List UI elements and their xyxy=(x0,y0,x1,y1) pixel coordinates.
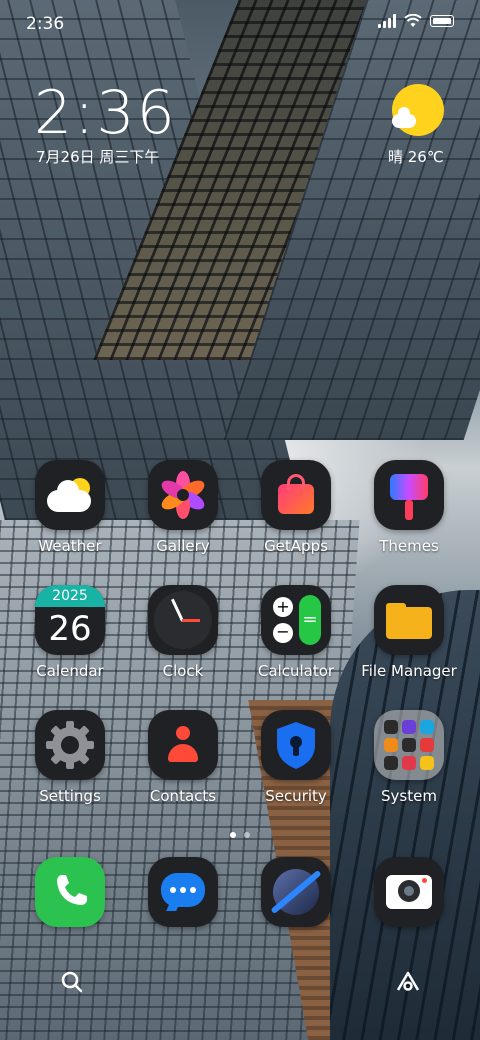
status-time: 2:36 xyxy=(26,14,65,34)
folder-system[interactable]: System xyxy=(354,710,464,805)
system-folder-icon xyxy=(374,710,444,780)
app-label: Calculator xyxy=(257,662,335,680)
app-label: Security xyxy=(265,787,327,805)
dock-browser[interactable] xyxy=(241,857,351,927)
app-label: Contacts xyxy=(149,787,217,805)
app-label: GetApps xyxy=(264,537,328,555)
app-settings[interactable]: Settings xyxy=(15,710,125,805)
app-calendar[interactable]: 2025 26 Calendar xyxy=(15,585,125,680)
calendar-icon: 2025 26 xyxy=(35,585,105,655)
security-icon xyxy=(261,710,331,780)
app-contacts[interactable]: Contacts xyxy=(128,710,238,805)
getapps-icon xyxy=(261,460,331,530)
themes-icon xyxy=(374,460,444,530)
app-label: Settings xyxy=(39,787,101,805)
app-weather[interactable]: Weather xyxy=(15,460,125,555)
weather-widget-text[interactable]: 晴 26℃ xyxy=(388,146,444,167)
app-label: Gallery xyxy=(156,537,210,555)
wifi-icon xyxy=(404,14,422,27)
app-label: Clock xyxy=(162,662,204,680)
messages-icon xyxy=(148,857,218,927)
phone-icon xyxy=(35,857,105,927)
calendar-day: 26 xyxy=(48,609,92,649)
gallery-icon xyxy=(148,460,218,530)
signal-icon xyxy=(378,14,396,28)
app-getapps[interactable]: GetApps xyxy=(241,460,351,555)
home-icon[interactable] xyxy=(394,968,422,996)
clock-widget-date[interactable]: 7月26日 周三下午 xyxy=(36,146,159,167)
app-label: Calendar xyxy=(36,662,104,680)
contacts-icon xyxy=(148,710,218,780)
dock-phone[interactable] xyxy=(15,857,125,927)
status-bar: 2:36 xyxy=(0,0,480,48)
clock-widget-time[interactable]: 2:36 xyxy=(34,78,177,148)
camera-icon xyxy=(374,857,444,927)
battery-icon xyxy=(430,15,454,27)
calculator-icon: + − = xyxy=(261,585,331,655)
search-icon[interactable] xyxy=(58,968,86,996)
app-label: Themes xyxy=(379,537,439,555)
app-calculator[interactable]: + − = Calculator xyxy=(241,585,351,680)
dock-camera[interactable] xyxy=(354,857,464,927)
page-dot xyxy=(244,832,250,838)
app-label: File Manager xyxy=(361,662,457,680)
app-themes[interactable]: Themes xyxy=(354,460,464,555)
app-label: Weather xyxy=(38,537,102,555)
file-manager-icon xyxy=(374,585,444,655)
app-security[interactable]: Security xyxy=(241,710,351,805)
weather-icon xyxy=(35,460,105,530)
app-label: System xyxy=(381,787,437,805)
page-dot-active xyxy=(230,832,236,838)
dock-messages[interactable] xyxy=(128,857,238,927)
cloud-icon xyxy=(392,107,416,128)
settings-icon xyxy=(35,710,105,780)
browser-icon xyxy=(261,857,331,927)
clock-icon xyxy=(148,585,218,655)
page-indicator xyxy=(0,832,480,838)
app-clock[interactable]: Clock xyxy=(128,585,238,680)
app-gallery[interactable]: Gallery xyxy=(128,460,238,555)
app-file-manager[interactable]: File Manager xyxy=(354,585,464,680)
calendar-year: 2025 xyxy=(52,588,88,604)
